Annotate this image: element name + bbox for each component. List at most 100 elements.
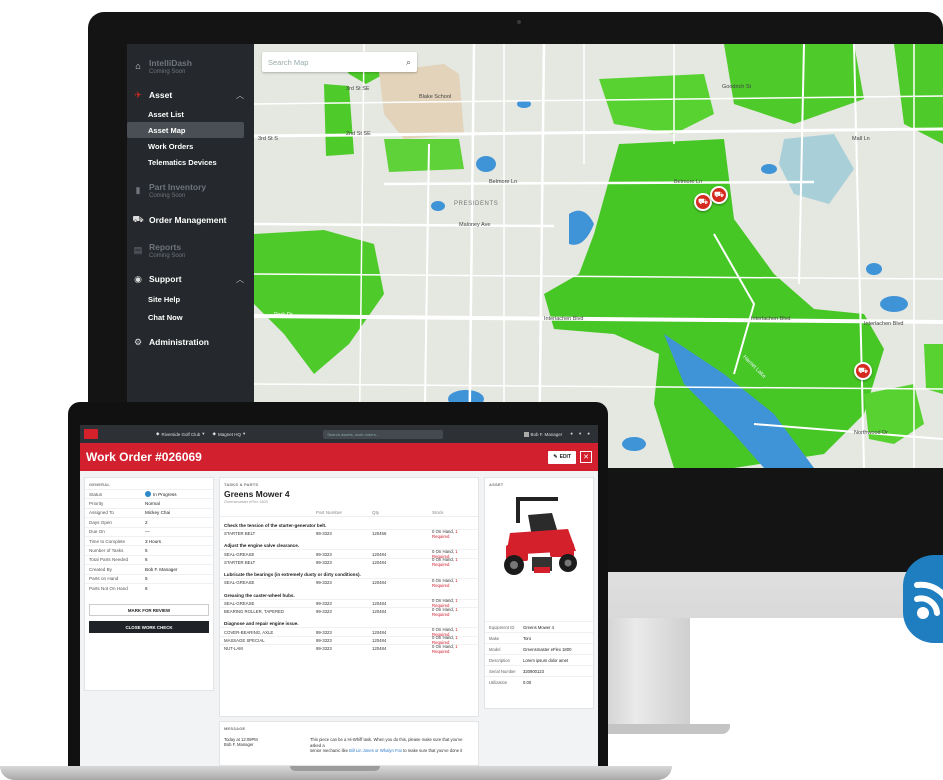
cart-icon: ⛟ (132, 214, 144, 224)
context-selector[interactable]: ◆ Riverside Golf Club ▾ (156, 431, 205, 437)
detail-value: 6 (145, 586, 148, 591)
map-label: 2nd St SE (346, 131, 371, 137)
detail-label: Make (489, 635, 500, 641)
detail-row: Days Open 2 (85, 517, 213, 526)
table-cell: STARTER BELT (224, 559, 256, 565)
detail-value: Lorem ipsum dolor amet (523, 657, 569, 663)
table-cell: 99-3323 (316, 646, 332, 652)
detail-value[interactable]: In Progress (145, 491, 177, 498)
asset-detail-row: Equipment ID Greens Mower 4 (485, 621, 593, 632)
asset-panel: ASSET Equipment ID Greens Mower 4 Make Toro… (484, 477, 594, 709)
search-icon[interactable]: ⌕ (406, 57, 411, 68)
detail-label: Due On (89, 529, 105, 535)
table-cell: 99-3323 (316, 551, 332, 557)
detail-value-text: 5 (145, 548, 148, 554)
detail-value-text: Mickey Chai (145, 510, 171, 516)
map-label: Interlachen Blvd (544, 316, 584, 322)
stock-cell: 0 On Hand, 1 Required (432, 607, 474, 617)
asset-pin[interactable]: ⛟ (710, 186, 728, 204)
global-search-input[interactable]: Search assets, work orders... (323, 429, 444, 439)
close-work-check-button[interactable]: CLOSE WORK CHECK (89, 621, 209, 634)
sidebar-item-asset[interactable]: ✈ Asset ︿ (127, 84, 254, 106)
detail-row: Assigned To Mickey Chai (85, 507, 213, 517)
sidebar-item-reports[interactable]: ▤ Reports Coming Soon (127, 236, 254, 264)
sidebar-item-intellidash[interactable]: ⌂ IntelliDash Coming Soon (127, 52, 254, 80)
home-icon: ⌂ (135, 61, 141, 71)
map-search-input[interactable]: Search Map ⌕ (262, 52, 417, 72)
mark-review-button[interactable]: MARK FOR REVIEW (89, 604, 209, 617)
sidebar-item-administration[interactable]: ⚙ Administration (127, 330, 254, 354)
edit-button[interactable]: ✎ EDIT (548, 450, 576, 464)
table-cell: BEARING ROLLER, TAPERED (224, 609, 285, 615)
coming-soon-label: Coming Soon (149, 192, 186, 199)
asset-detail-row: Serial Number 320900123 (485, 665, 593, 676)
sidebar-item-label: Reports (149, 241, 182, 252)
sidebar-item-label: Administration (149, 337, 209, 347)
user-menu[interactable]: Bob F. Manager (523, 431, 562, 437)
chevron-up-icon[interactable]: ︿ (236, 274, 244, 285)
map-label: Maloney Ave (459, 222, 491, 228)
wifi-badge (903, 555, 943, 643)
mention-link[interactable]: Bill Lin Jones or Whalyn Fox (349, 748, 402, 753)
sidebar-item-order-management[interactable]: ⛟ Order Management (127, 208, 254, 232)
wifi-icon (914, 581, 943, 619)
coming-soon-label: Coming Soon (149, 252, 186, 259)
general-panel: GENERAL Status In Progress Priority Normal A… (84, 477, 214, 691)
detail-value: Mickey Chai (145, 510, 170, 515)
map-label: Park Dr (274, 312, 293, 318)
column-header: Part Number (316, 509, 343, 515)
sidebar-item-chat-now[interactable]: Chat Now (127, 308, 254, 326)
table-row[interactable]: SEAL-GREASE 99-3323 120484 0 On Hand, 1 Req… (220, 578, 478, 588)
gear-icon: ⚙ (133, 336, 143, 347)
detail-value-text: 5 (145, 576, 148, 582)
sidebar-item-asset-list[interactable]: Asset List (127, 106, 254, 122)
stock-cell: 0 On Hand, 1 Required (432, 529, 474, 539)
message-item: Today at 12:09PM Bob F. Manager This pie… (220, 733, 478, 758)
close-button[interactable]: ✕ (580, 451, 592, 463)
bell-icon[interactable]: ● (570, 431, 573, 437)
sidebar-item-support[interactable]: ◉ Support ︿ (127, 268, 254, 290)
asset-pin[interactable]: ⛟ (854, 362, 872, 380)
table-cell: 99-3323 (316, 629, 332, 635)
mower-icon: ⛟ (713, 190, 725, 199)
table-cell: COVER-BEARING, AXLE (224, 629, 274, 635)
sidebar-item-asset-map[interactable]: Asset Map (127, 122, 244, 138)
task-title: Lubricate the bearings (in extremely dus… (224, 572, 361, 578)
detail-row: Time to Complete 3 Hours (85, 535, 213, 545)
chevron-down-icon: ▾ (242, 431, 246, 436)
chevron-up-icon[interactable]: ︿ (236, 90, 244, 101)
search-placeholder: Search assets, work orders... (327, 431, 380, 437)
table-cell: SEAL-GREASE (224, 600, 255, 606)
detail-label: Equipment ID (489, 624, 515, 630)
map-label: Interlachen Blvd (751, 316, 791, 322)
table-row[interactable]: STARTER BELT 99-3323 120456 0 On Hand, 1 Re… (220, 529, 478, 539)
table-row[interactable]: STARTER BELT 99-3323 120484 0 On Hand, 1 Re… (220, 557, 478, 567)
sidebar-item-site-help[interactable]: Site Help (127, 290, 254, 308)
detail-row: Number of Tasks 5 (85, 545, 213, 554)
detail-value-text: 2 (145, 519, 148, 525)
map-label: Belmore Ln (489, 179, 518, 185)
help-icon[interactable]: ● (587, 431, 590, 437)
brand-logo[interactable] (84, 429, 98, 439)
table-row[interactable]: BEARING ROLLER, TAPERED 99-3323 120484 0 On… (220, 607, 478, 617)
sidebar-item-telematics[interactable]: Telematics Devices (127, 154, 254, 170)
table-cell: 120484 (372, 609, 387, 615)
context-selector[interactable]: ◆ Magnet HQ ▾ (213, 431, 246, 437)
sidebar-item-label: Order Management (149, 215, 227, 225)
context-label: Magnet HQ (217, 431, 241, 437)
sidebar-item-work-orders[interactable]: Work Orders (127, 138, 254, 154)
detail-value: 320900123 (523, 668, 544, 674)
table-cell: STARTER BELT (224, 531, 256, 537)
laptop-notch (290, 766, 380, 771)
stock-cell: 0 On Hand, 1 Required (432, 557, 474, 567)
menu-icon[interactable]: ▾ (579, 431, 581, 437)
detail-label: Number of Tasks (89, 548, 124, 554)
asset-detail-row: Make Toro (485, 632, 593, 643)
table-row[interactable]: NUT-LAM 99-3323 120484 0 On Hand, 1 Require… (220, 644, 478, 654)
table-cell: 99-3323 (316, 637, 332, 643)
asset-title: Greens Mower 4 (224, 489, 290, 499)
detail-label: Days Open (89, 519, 112, 525)
table-cell: 120484 (372, 559, 387, 565)
task-title: Adjust the engine valve clearance. (224, 543, 300, 549)
sidebar-item-part-inventory[interactable]: ▮ Part Inventory Coming Soon (127, 176, 254, 204)
